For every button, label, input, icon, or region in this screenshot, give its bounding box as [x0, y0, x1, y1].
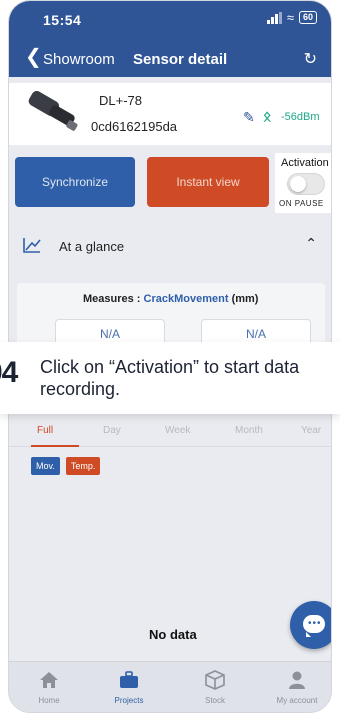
status-icons: ≈ 60 [266, 10, 317, 25]
device-name: DL+-78 [99, 93, 142, 108]
tab-full[interactable]: Full [37, 425, 53, 436]
nav-item-account[interactable]: My account [265, 662, 329, 712]
wifi-icon: ≈ [286, 10, 294, 25]
clock: 15:54 [43, 12, 82, 28]
activation-label: Activation [281, 157, 329, 169]
chart-icon [23, 238, 41, 253]
back-chevron-icon[interactable]: ❮ [25, 47, 42, 67]
status-bar: 15:54 ≈ 60 [9, 1, 331, 39]
measures-parameter[interactable]: CrackMovement [144, 293, 229, 305]
at-a-glance-label: At a glance [59, 239, 125, 254]
activation-control: Activation ON PAUSE [275, 153, 331, 213]
nav-item-home[interactable]: Home [17, 662, 81, 712]
edit-icon[interactable]: ✎ [243, 109, 255, 126]
box-icon [205, 670, 225, 690]
tutorial-banner: 04 Click on “Activation” to start data r… [0, 342, 340, 414]
signal-strength: -56dBm [281, 111, 320, 123]
measures-prefix: Measures : [83, 293, 144, 305]
chip-movement[interactable]: Mov. [31, 457, 60, 475]
measures-title: Measures : CrackMovement (mm) [83, 293, 258, 305]
device-card: DL+-78 0cd6162195da ✎ ᛟ -56dBm [9, 83, 331, 145]
signal-icon [266, 11, 282, 24]
bottom-nav: Home Projects Stock My account [9, 661, 331, 712]
bluetooth-icon: ᛟ [263, 108, 272, 124]
home-icon [40, 672, 58, 688]
no-data-message: No data [149, 627, 197, 642]
synchronize-button[interactable]: Synchronize [15, 157, 135, 207]
briefcase-icon [120, 671, 138, 688]
nav-item-stock[interactable]: Stock [183, 662, 247, 712]
nav-label-home: Home [38, 696, 60, 705]
activation-status: ON PAUSE [279, 199, 324, 208]
back-button[interactable]: Showroom [43, 51, 115, 68]
step-number: 04 [0, 356, 18, 389]
instant-view-button[interactable]: Instant view [147, 157, 269, 207]
chat-button[interactable]: ••• [290, 601, 331, 649]
tab-day[interactable]: Day [103, 425, 121, 436]
step-instruction: Click on “Activation” to start data reco… [40, 357, 300, 399]
chat-dots: ••• [308, 618, 322, 629]
period-tabs: Full Day Week Month Year [9, 417, 331, 447]
tab-month[interactable]: Month [235, 425, 263, 436]
nav-label-projects: Projects [114, 696, 144, 705]
activation-toggle[interactable] [287, 173, 325, 195]
series-chips: Mov. Temp. [31, 457, 101, 475]
user-icon [289, 671, 305, 689]
at-a-glance-header[interactable]: At a glance ⌃ [9, 223, 331, 269]
chevron-up-icon[interactable]: ⌃ [305, 235, 317, 252]
tab-week[interactable]: Week [165, 425, 190, 436]
battery-icon: 60 [298, 11, 317, 24]
top-nav-bar: ❮ Showroom Sensor detail ↻ [9, 39, 331, 77]
active-tab-indicator [31, 445, 79, 447]
nav-label-stock: Stock [204, 696, 225, 705]
page-title: Sensor detail [133, 51, 228, 68]
nav-label-account: My account [276, 696, 318, 705]
nav-item-projects[interactable]: Projects [97, 662, 161, 712]
toggle-knob [290, 176, 306, 192]
device-id: 0cd6162195da [91, 119, 178, 134]
sensor-image [28, 91, 78, 131]
measures-unit: (mm) [231, 293, 259, 305]
refresh-icon[interactable]: ↻ [304, 49, 317, 69]
chip-temperature[interactable]: Temp. [65, 457, 101, 475]
tab-year[interactable]: Year [301, 425, 321, 436]
